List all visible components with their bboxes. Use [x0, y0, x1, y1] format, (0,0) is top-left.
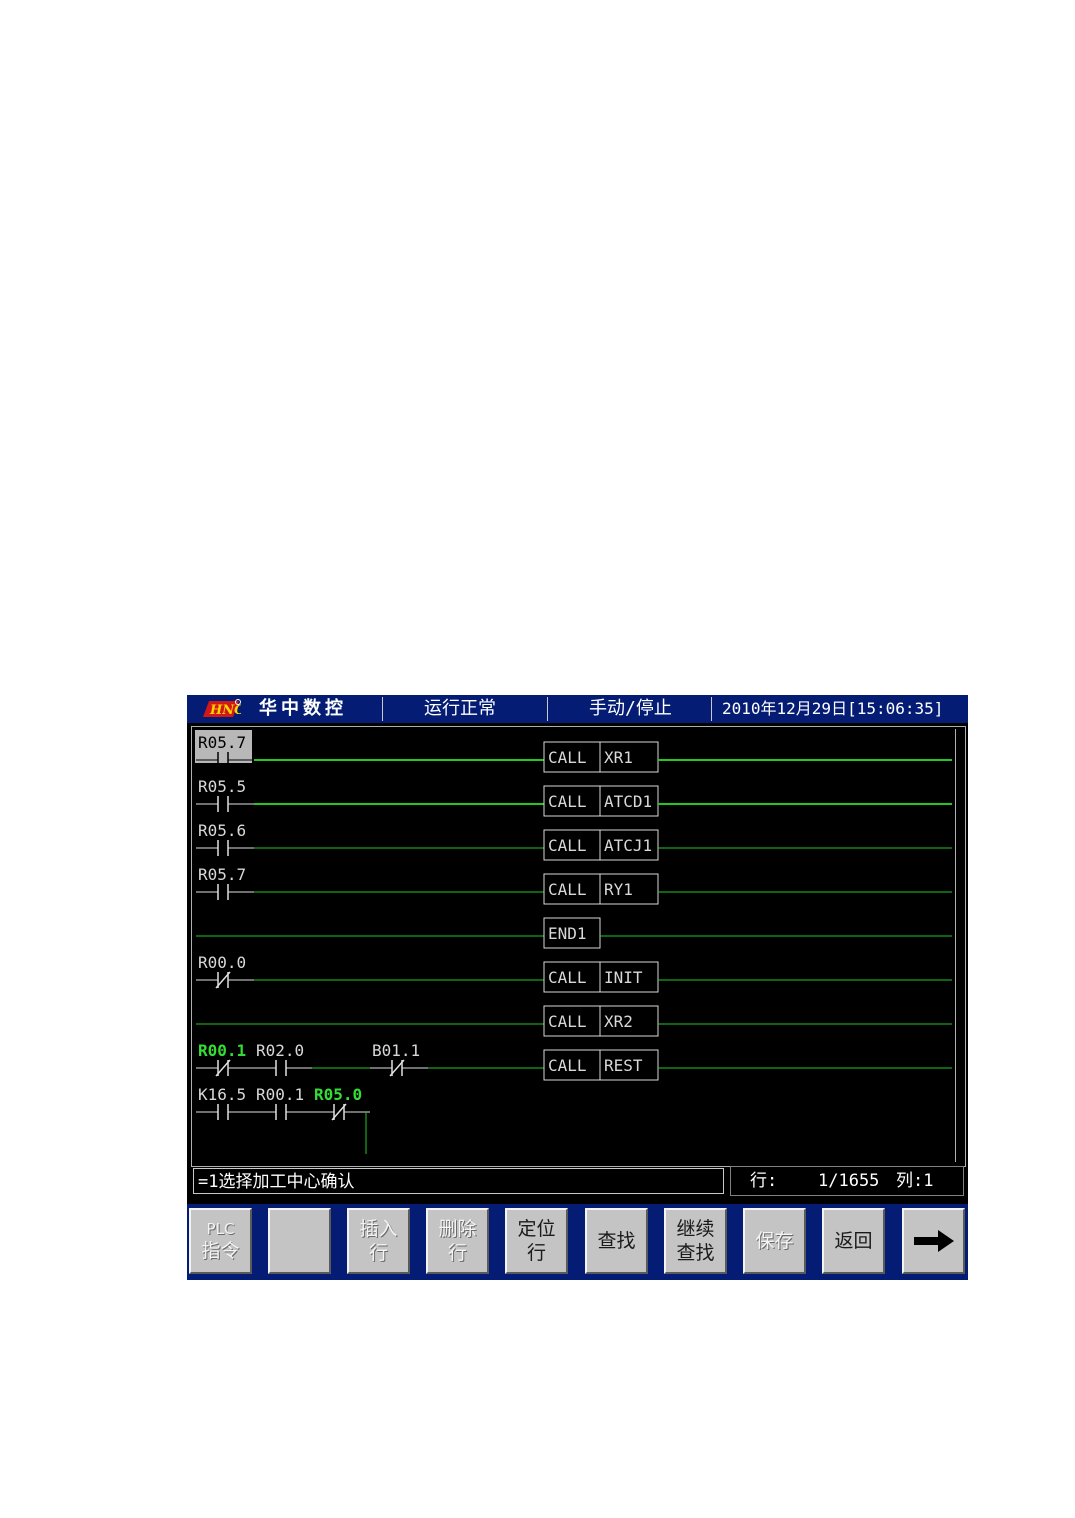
ladder-rung[interactable]: K16.5 R00.1 R05.0	[196, 1085, 370, 1154]
function-key-f3[interactable]: 插入行	[347, 1208, 410, 1274]
arrow-right-icon	[913, 1230, 954, 1252]
nc-contact[interactable]: R00.0	[196, 953, 254, 989]
instruction-op: CALL	[548, 1012, 587, 1031]
function-key-label: 查找	[676, 1242, 715, 1264]
no-contact[interactable]: K16.5	[196, 1085, 254, 1120]
instruction-arg: XR1	[604, 748, 633, 767]
instruction-arg: XR2	[604, 1012, 633, 1031]
function-key-f4[interactable]: 删除行	[426, 1208, 489, 1274]
contact-label: R05.0	[314, 1085, 362, 1104]
no-contact[interactable]: R05.7	[196, 865, 254, 900]
header-divider	[382, 697, 383, 721]
row-value: 1/1655	[818, 1171, 880, 1191]
comment-field: =1选择加工中心确认	[193, 1168, 724, 1194]
function-key-f1[interactable]: PLC 指令	[189, 1208, 252, 1274]
function-key-label: 查找	[597, 1230, 636, 1252]
instruction-arg: ATCD1	[604, 792, 652, 811]
ladder-rung[interactable]: R05.7 CALL RY1	[196, 865, 952, 905]
header-bar: HNC 华中数控 运行正常 手动/停止 2010年12月29日[15:06:35…	[187, 695, 968, 723]
function-key-bar: PLC 指令 插入行删除行定位行查找 继续 查找 保存 返回	[187, 1204, 968, 1280]
contact-label: R05.7	[198, 865, 246, 884]
instruction-arg: RY1	[604, 880, 633, 899]
function-key-f10[interactable]	[902, 1208, 965, 1274]
no-contact[interactable]: R05.5	[196, 777, 254, 812]
instruction-arg: ATCJ1	[604, 836, 652, 855]
function-key-label: 指令	[201, 1240, 240, 1262]
function-key-label: 行	[447, 1242, 467, 1264]
run-status: 运行正常	[424, 698, 496, 719]
ladder-rung[interactable]: CALL XR2	[196, 1005, 952, 1037]
ladder-diagram[interactable]: R05.7 CALL XR1 R05.5 CALL ATCD1 R05.6 CALL ATCJ1…	[191, 726, 966, 1167]
ladder-rung[interactable]: R05.5 CALL ATCD1	[196, 777, 952, 817]
nc-contact[interactable]: R05.0	[312, 1085, 370, 1121]
instruction-arg: INIT	[604, 968, 643, 987]
contact-label: R00.1	[198, 1041, 246, 1060]
function-key-f2[interactable]	[268, 1208, 331, 1274]
instruction-op: CALL	[548, 792, 587, 811]
function-key-label: 删除	[438, 1218, 477, 1240]
ladder-rung[interactable]: END1	[196, 917, 952, 949]
instruction-op: CALL	[548, 748, 587, 767]
nc-contact[interactable]: B01.1	[370, 1041, 428, 1077]
ladder-rung[interactable]: R05.6 CALL ATCJ1	[196, 821, 952, 861]
instruction-op: CALL	[548, 968, 587, 987]
contact-label: R00.1	[256, 1085, 304, 1104]
no-contact[interactable]: R02.0	[254, 1041, 312, 1076]
contact-label: R02.0	[256, 1041, 304, 1060]
contact-label: R05.5	[198, 777, 246, 796]
vertical-scrollbar[interactable]	[955, 729, 963, 1162]
no-contact[interactable]: R00.1	[254, 1085, 312, 1120]
no-contact[interactable]: R05.7	[195, 730, 254, 768]
function-key-label: 插入	[359, 1218, 398, 1240]
cnc-screen: HNC 华中数控 运行正常 手动/停止 2010年12月29日[15:06:35…	[187, 695, 968, 1280]
instruction-op: CALL	[548, 880, 587, 899]
instruction-op: END1	[548, 924, 587, 943]
mode-status: 手动/停止	[589, 698, 672, 719]
contact-label: B01.1	[372, 1041, 420, 1060]
svg-text:HNC: HNC	[209, 703, 241, 718]
function-key-f5[interactable]: 定位行	[505, 1208, 568, 1274]
function-key-f7[interactable]: 继续 查找	[664, 1208, 727, 1274]
function-key-f8[interactable]: 保存	[743, 1208, 806, 1274]
header-divider	[711, 697, 712, 721]
ladder-rung[interactable]: R00.1 R02.0 B01.1 CALL REST	[196, 1041, 952, 1081]
function-key-label: 行	[526, 1242, 546, 1264]
column-value: 列:1	[896, 1171, 934, 1191]
instruction-op: CALL	[548, 1056, 587, 1075]
function-key-f6[interactable]: 查找	[585, 1208, 648, 1274]
ladder-canvas[interactable]: R05.7 CALL XR1 R05.5 CALL ATCD1 R05.6 CALL ATCJ1…	[192, 727, 965, 1166]
instruction-op: CALL	[548, 836, 587, 855]
ladder-rung[interactable]: R05.7 CALL XR1	[195, 730, 952, 773]
contact-label: R05.7	[198, 733, 246, 752]
instruction-arg: REST	[604, 1056, 643, 1075]
function-key-label: 行	[368, 1242, 388, 1264]
row-label: 行:	[750, 1171, 778, 1191]
datetime: 2010年12月29日[15:06:35]	[722, 699, 944, 718]
function-key-label: 保存	[755, 1230, 794, 1252]
function-key-label: 继续	[676, 1218, 715, 1240]
hnc-logo-icon: HNC	[203, 699, 241, 718]
contact-label: K16.5	[198, 1085, 246, 1104]
function-key-label: 定位	[517, 1218, 556, 1240]
contact-label: R05.6	[198, 821, 246, 840]
function-key-label: PLC	[206, 1220, 235, 1238]
function-key-f9[interactable]: 返回	[822, 1208, 885, 1274]
contact-label: R00.0	[198, 953, 246, 972]
nc-contact[interactable]: R00.1	[196, 1041, 254, 1077]
ladder-rung[interactable]: R00.0 CALL INIT	[196, 953, 952, 993]
function-key-label: 返回	[834, 1230, 873, 1252]
header-divider	[547, 697, 548, 721]
brand-title: 华中数控	[259, 698, 347, 719]
no-contact[interactable]: R05.6	[196, 821, 254, 856]
